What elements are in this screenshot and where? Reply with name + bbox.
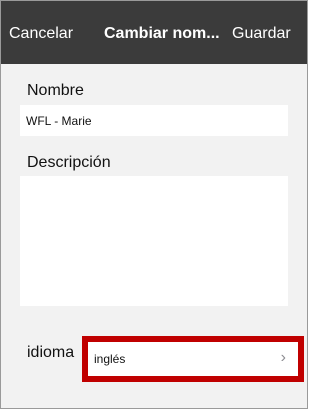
save-button[interactable]: Guardar bbox=[232, 24, 291, 44]
language-selector[interactable]: inglés › bbox=[82, 336, 304, 382]
description-label: Descripción bbox=[27, 154, 111, 171]
name-field[interactable]: WFL - Marie bbox=[20, 105, 288, 136]
navigation-bar: Cancelar Cambiar nom... Guardar bbox=[1, 1, 307, 64]
description-field[interactable] bbox=[20, 176, 288, 306]
language-label: idioma bbox=[27, 344, 75, 361]
name-label: Nombre bbox=[27, 82, 84, 99]
language-value: inglés bbox=[94, 352, 126, 366]
chevron-right-icon: › bbox=[280, 349, 286, 366]
page-title: Cambiar nom... bbox=[104, 25, 220, 42]
cancel-button[interactable]: Cancelar bbox=[9, 24, 73, 44]
rename-dialog: Cancelar Cambiar nom... Guardar Nombre W… bbox=[0, 0, 308, 409]
